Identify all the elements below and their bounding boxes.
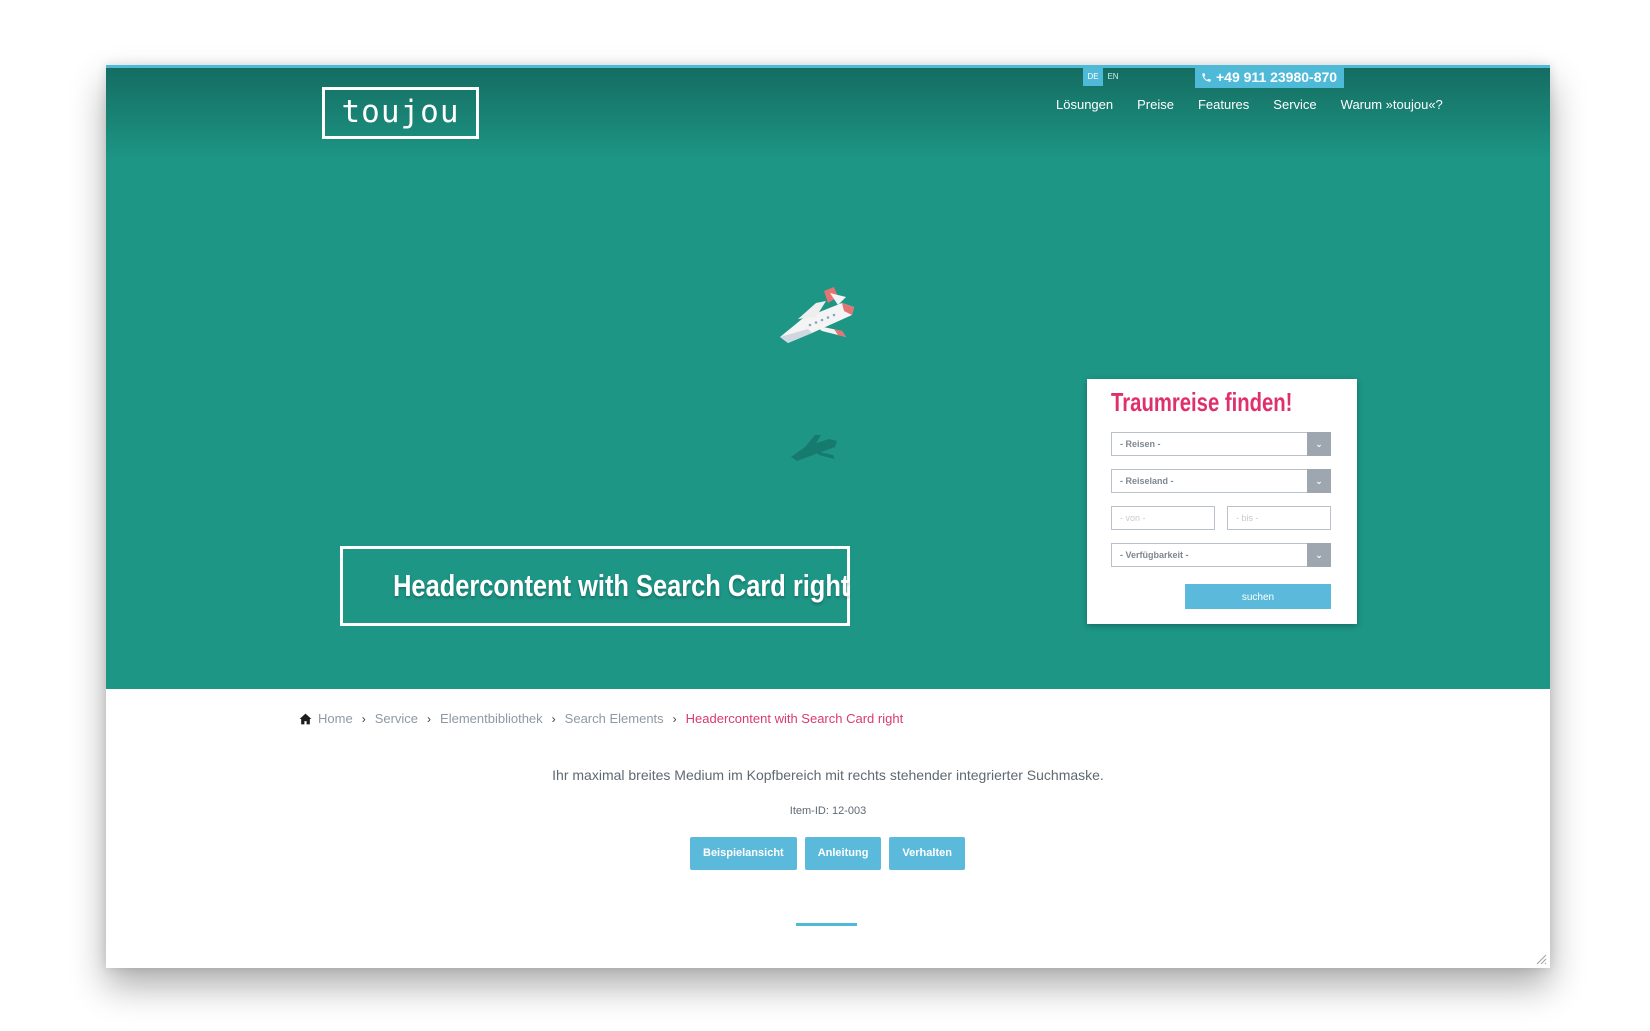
- reisen-select-value: - Reisen -: [1120, 439, 1161, 449]
- airplane-icon: [780, 287, 854, 343]
- anleitung-button[interactable]: Anleitung: [804, 837, 882, 870]
- phone-icon: [1202, 73, 1211, 82]
- search-card: Traumreise finden! - Reisen - ⌄ - Reisel…: [1087, 379, 1357, 624]
- chevron-down-icon[interactable]: ⌄: [1307, 469, 1331, 493]
- logo[interactable]: toujou: [322, 87, 479, 139]
- browser-frame: toujou DE EN +49 911 23980-870 Lösungen …: [106, 65, 1550, 968]
- language-switcher: DE EN: [1083, 67, 1123, 86]
- item-id: Item-ID: 12-003: [789, 805, 867, 817]
- breadcrumb-search-elements[interactable]: Search Elements: [565, 711, 664, 726]
- chevron-down-icon[interactable]: ⌄: [1307, 432, 1331, 456]
- resize-grip-icon[interactable]: [1535, 953, 1547, 965]
- breadcrumb-service[interactable]: Service: [375, 711, 418, 726]
- verfuegbarkeit-select-value: - Verfügbarkeit -: [1120, 550, 1189, 560]
- hero-title: Headercontent with Search Card right: [393, 568, 850, 603]
- search-submit-button[interactable]: suchen: [1185, 584, 1331, 609]
- hero-title-box: Headercontent with Search Card right: [340, 546, 850, 626]
- bis-placeholder: - bis -: [1236, 513, 1259, 523]
- chevron-right-icon: ›: [672, 711, 677, 726]
- top-accent-bar: [106, 65, 1550, 68]
- nav-preise[interactable]: Preise: [1137, 97, 1174, 112]
- search-card-title: Traumreise finden!: [1111, 387, 1293, 417]
- action-buttons: Beispielansicht Anleitung Verhalten: [690, 837, 973, 870]
- von-date-input[interactable]: - von -: [1111, 506, 1215, 530]
- reiseland-select-value: - Reiseland -: [1120, 476, 1174, 486]
- nav-warum-toujou[interactable]: Warum »toujou«?: [1341, 97, 1443, 112]
- nav-features[interactable]: Features: [1198, 97, 1249, 112]
- section-divider: [796, 923, 857, 926]
- von-placeholder: - von -: [1120, 513, 1146, 523]
- breadcrumb-current: Headercontent with Search Card right: [685, 711, 904, 726]
- breadcrumb-elementbibliothek[interactable]: Elementbibliothek: [440, 711, 543, 726]
- airplane-shadow-icon: [791, 435, 837, 461]
- beispielansicht-button[interactable]: Beispielansicht: [690, 837, 797, 870]
- home-icon[interactable]: [299, 713, 312, 725]
- chevron-down-icon[interactable]: ⌄: [1307, 543, 1331, 567]
- breadcrumb-home[interactable]: Home: [318, 711, 353, 726]
- verhalten-button[interactable]: Verhalten: [889, 837, 965, 870]
- item-description: Ihr maximal breites Medium im Kopfbereic…: [552, 767, 1104, 783]
- bis-date-input[interactable]: - bis -: [1227, 506, 1331, 530]
- reisen-select[interactable]: - Reisen - ⌄: [1111, 432, 1331, 456]
- nav-loesungen[interactable]: Lösungen: [1056, 97, 1113, 112]
- verfuegbarkeit-select[interactable]: - Verfügbarkeit - ⌄: [1111, 543, 1331, 567]
- chevron-right-icon: ›: [551, 711, 556, 726]
- hero-section: toujou DE EN +49 911 23980-870 Lösungen …: [106, 65, 1550, 689]
- main-navigation: Lösungen Preise Features Service Warum »…: [1056, 97, 1467, 112]
- phone-link[interactable]: +49 911 23980-870: [1195, 67, 1345, 88]
- nav-service[interactable]: Service: [1273, 97, 1316, 112]
- lang-en[interactable]: EN: [1103, 67, 1123, 86]
- lang-de[interactable]: DE: [1083, 67, 1103, 86]
- breadcrumb: Home › Service › Elementbibliothek › Sea…: [299, 711, 903, 726]
- chevron-right-icon: ›: [361, 711, 366, 726]
- chevron-right-icon: ›: [427, 711, 432, 726]
- reiseland-select[interactable]: - Reiseland - ⌄: [1111, 469, 1331, 493]
- phone-number: +49 911 23980-870: [1216, 69, 1338, 85]
